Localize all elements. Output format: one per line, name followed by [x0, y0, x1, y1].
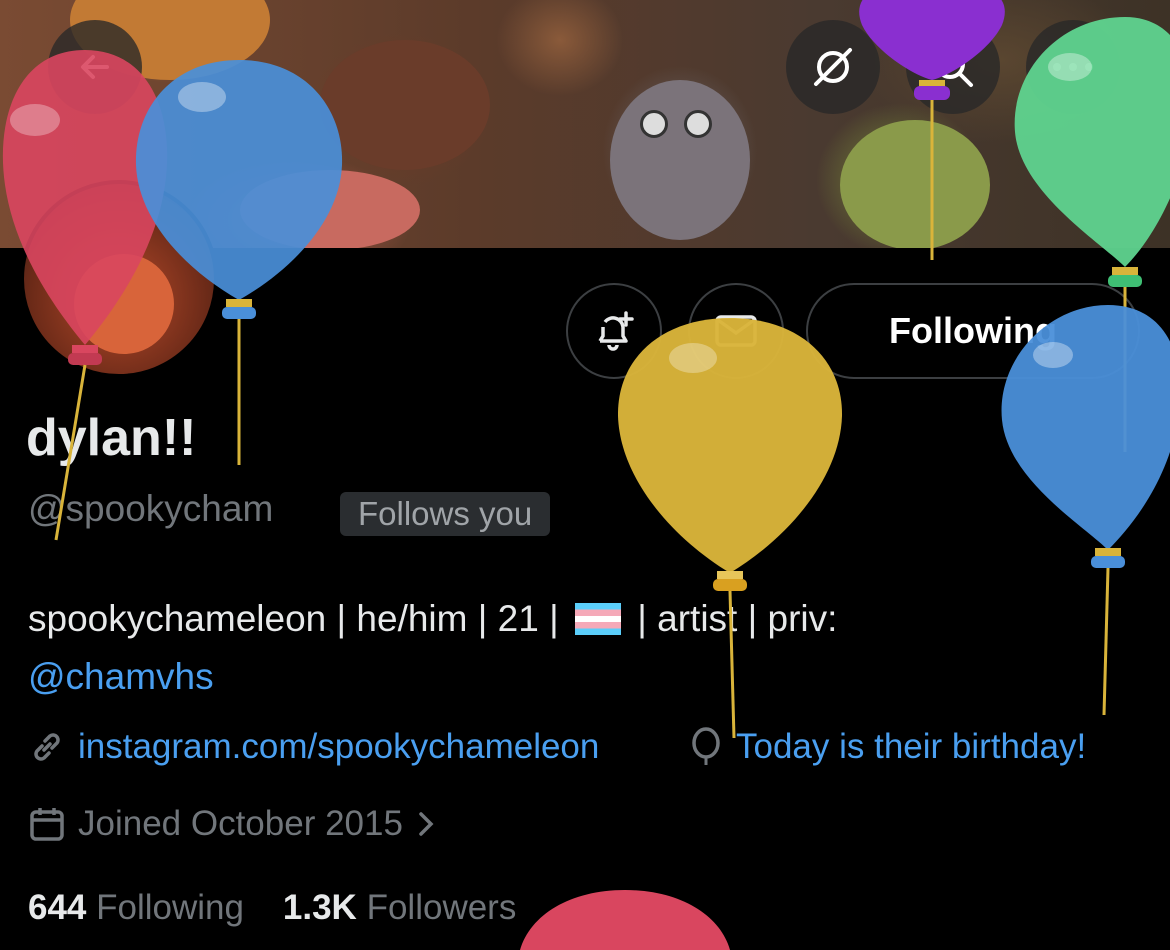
- grok-icon: [814, 48, 852, 86]
- following-stat[interactable]: 644 Following: [28, 888, 244, 927]
- website-link[interactable]: instagram.com/spookychameleon: [78, 727, 599, 767]
- following-count: 644: [28, 888, 87, 927]
- following-stat-label: Following: [96, 888, 244, 927]
- bio-mention-link[interactable]: @chamvhs: [28, 656, 214, 697]
- chevron-right-icon: [419, 812, 434, 836]
- followers-stat[interactable]: 1.3K Followers: [283, 888, 516, 927]
- follow-stats: 644 Following 1.3K Followers: [28, 888, 516, 928]
- joined-text: Joined October 2015: [78, 804, 403, 843]
- birthday-balloon: [859, 0, 1005, 260]
- trans-flag-icon: [574, 603, 621, 635]
- website-row[interactable]: instagram.com/spookychameleon: [28, 727, 599, 767]
- calendar-icon: [30, 808, 64, 841]
- followers-stat-label: Followers: [366, 888, 517, 927]
- birthday-balloon: [618, 318, 843, 739]
- bio-text: spookychameleon | he/him | 21 |: [28, 598, 559, 639]
- birthday-balloon: [135, 60, 343, 465]
- joined-row[interactable]: Joined October 2015: [28, 804, 437, 844]
- birthday-balloon: [520, 890, 730, 950]
- followers-count: 1.3K: [282, 888, 357, 927]
- link-icon: [34, 733, 60, 761]
- birthday-balloon: [1001, 305, 1170, 716]
- follows-you-badge: Follows you: [340, 492, 551, 536]
- banner-figure: [610, 80, 750, 240]
- bio: spookychameleon | he/him | 21 | | artist…: [28, 590, 1128, 706]
